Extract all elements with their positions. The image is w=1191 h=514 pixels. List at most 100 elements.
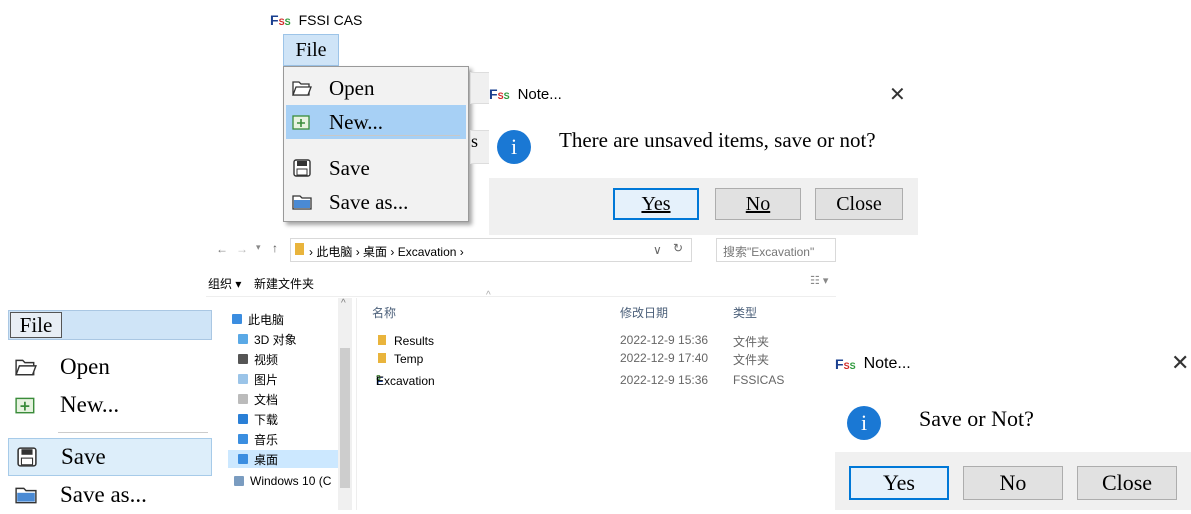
menu-item-label: Open [329, 75, 375, 100]
no-button[interactable]: No [715, 188, 801, 220]
back-arrow-icon[interactable]: ← [216, 242, 228, 256]
explorer-toolbar: 组织 ▾ 新建文件夹 ☷ ▾ [206, 270, 836, 297]
document-icon [238, 394, 248, 404]
app-title-bar: FSS FSSI CAS [270, 8, 362, 32]
menu-item-label: Save as... [60, 482, 147, 507]
nav-item-desktop[interactable]: 桌面 [228, 450, 352, 468]
menu-item-label: New... [60, 392, 120, 417]
close-button[interactable]: Close [815, 188, 903, 220]
no-button[interactable]: No [963, 466, 1063, 500]
menu-item-label: Save [329, 155, 370, 180]
file-dropdown: Open New... Save Save as... [283, 66, 469, 222]
menu-item-save-as[interactable]: Save as... [8, 476, 212, 514]
info-icon: i [497, 130, 531, 164]
nav-item-drive-c[interactable]: Windows 10 (C [234, 472, 331, 490]
menu-item-open[interactable]: Open [286, 71, 466, 105]
drive-icon [234, 476, 244, 486]
dropdown-chevron-icon[interactable]: ∨ [653, 243, 662, 257]
column-header-date[interactable]: 修改日期 [620, 304, 668, 321]
fssi-logo-icon: FSS [270, 12, 291, 28]
open-folder-icon [14, 355, 38, 379]
menu-item-new[interactable]: New... [286, 105, 466, 139]
menu-item-label: Save as... [329, 189, 409, 214]
dialog-message: Save or Not? [919, 406, 1034, 431]
nav-item-music[interactable]: 音乐 [238, 430, 278, 448]
menu-item-save-as[interactable]: Save as... [286, 185, 466, 219]
new-project-icon [291, 111, 313, 133]
menu-item-save[interactable]: Save [286, 151, 466, 185]
menu-separator [320, 135, 460, 136]
address-bar-row: ← → ▾ ↑ › 此电脑 › 桌面 › Excavation › ∨ ↻ 搜索… [206, 238, 836, 262]
video-icon [238, 354, 248, 364]
nav-scrollbar-thumb[interactable] [340, 348, 350, 488]
menu-item-open[interactable]: Open [8, 348, 212, 386]
navigation-pane: 此电脑 3D 对象 视频 图片 文档 下载 音乐 桌面 Windows 10 (… [206, 298, 357, 510]
open-folder-icon [291, 77, 313, 99]
menu-item-label: Open [60, 354, 110, 379]
dialog-title-bar: FSS Note... [489, 82, 562, 106]
floppy-disk-icon [291, 157, 313, 179]
organize-button[interactable]: 组织 ▾ [208, 275, 241, 292]
scroll-up-icon[interactable]: ^ [341, 298, 346, 309]
save-as-folder-icon [14, 483, 38, 507]
view-options-icon[interactable]: ☷ ▾ [810, 274, 828, 287]
save-as-folder-icon [291, 191, 313, 213]
close-button[interactable]: Close [1077, 466, 1177, 500]
folder-icon [378, 335, 386, 345]
fssi-logo-icon: FSS [489, 86, 510, 102]
yes-button[interactable]: Yes [849, 466, 949, 500]
file-menu[interactable]: File [283, 34, 339, 66]
nav-item-videos[interactable]: 视频 [238, 350, 278, 368]
music-icon [238, 434, 248, 444]
forward-arrow-icon[interactable]: → [236, 242, 248, 256]
refresh-icon[interactable]: ↻ [673, 241, 683, 255]
close-icon[interactable]: ✕ [1171, 350, 1189, 376]
sort-indicator-icon: ^ [486, 290, 491, 301]
computer-icon [232, 314, 242, 324]
file-row[interactable]: Temp 2022-12-9 17:40 文件夹 [356, 350, 836, 368]
note-dialog: FSS Note... ✕ i Save or Not? Yes No Clos… [835, 340, 1191, 510]
floppy-disk-icon [15, 445, 39, 469]
new-folder-button[interactable]: 新建文件夹 [254, 275, 314, 292]
file-menu[interactable]: File [10, 312, 62, 338]
search-input[interactable]: 搜索"Excavation" [716, 238, 836, 262]
3d-objects-icon [238, 334, 248, 344]
dialog-button-bar: Yes No Close [835, 452, 1191, 510]
menu-separator [58, 432, 208, 433]
nav-item-pictures[interactable]: 图片 [238, 370, 278, 388]
breadcrumb-item[interactable]: 桌面 [363, 245, 387, 259]
breadcrumb-item[interactable]: 此电脑 [316, 245, 352, 259]
fssi-logo-icon: FSS [835, 356, 856, 372]
file-row[interactable]: F S S Excavation 2022-12-9 15:36 FSSICAS [356, 372, 836, 390]
menu-item-label: Save [61, 444, 106, 469]
address-bar[interactable]: › 此电脑 › 桌面 › Excavation › ∨ ↻ [290, 238, 692, 262]
picture-icon [238, 374, 248, 384]
nav-item-downloads[interactable]: 下载 [238, 410, 278, 428]
nav-item-this-pc[interactable]: 此电脑 [232, 310, 284, 328]
new-project-icon [14, 393, 38, 417]
column-header-type[interactable]: 类型 [733, 304, 757, 321]
yes-button[interactable]: Yes [613, 188, 699, 220]
download-icon [238, 414, 248, 424]
folder-icon [295, 243, 304, 255]
nav-item-documents[interactable]: 文档 [238, 390, 278, 408]
folder-icon [378, 353, 386, 363]
dialog-title-bar: FSS Note... [835, 352, 911, 376]
menu-item-new[interactable]: New... [8, 386, 212, 424]
dialog-message: There are unsaved items, save or not? [559, 128, 876, 152]
file-row[interactable]: Results 2022-12-9 15:36 文件夹 [356, 332, 836, 350]
app-title: FSSI CAS [298, 12, 363, 28]
desktop-icon [238, 454, 248, 464]
note-dialog: FSS Note... ✕ i There are unsaved items,… [489, 70, 918, 235]
dialog-title: Note... [517, 85, 562, 103]
up-arrow-icon[interactable]: ↑ [272, 241, 278, 255]
info-icon: i [847, 406, 881, 440]
column-header-name[interactable]: 名称 [372, 304, 396, 321]
close-icon[interactable]: ✕ [889, 82, 906, 107]
file-list: 名称 ^ 修改日期 类型 Results 2022-12-9 15:36 文件夹… [356, 290, 836, 398]
menu-item-label: New... [329, 109, 384, 134]
recent-chevron-icon[interactable]: ▾ [256, 242, 261, 253]
nav-item-3d-objects[interactable]: 3D 对象 [238, 330, 297, 348]
menu-item-save[interactable]: Save [8, 438, 212, 476]
breadcrumb-item[interactable]: Excavation [398, 245, 457, 259]
